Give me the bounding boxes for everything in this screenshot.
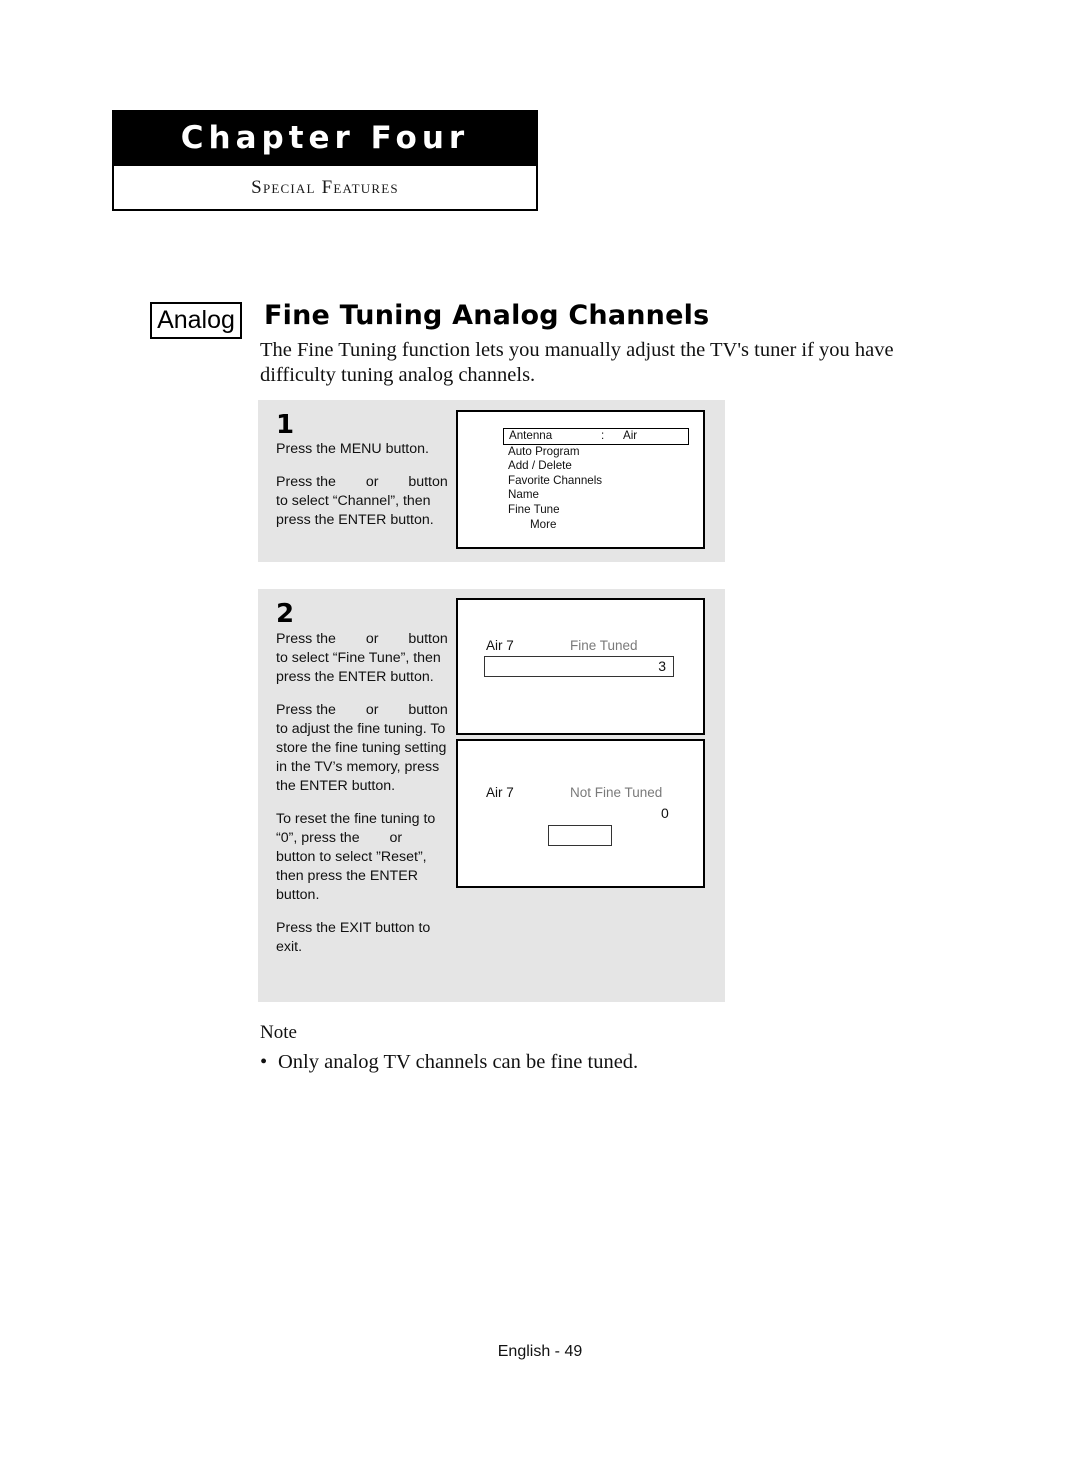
step-2-paragraph-1: Press the or button to select “Fine Tune… xyxy=(276,630,452,687)
step-panel-2: 2 Press the or button to select “Fine Tu… xyxy=(258,589,725,1002)
step-2-p3-mid: or xyxy=(385,830,407,846)
tv-tuned-value-box: 3 xyxy=(484,656,674,677)
step-2-p1-before: Press the xyxy=(276,631,340,647)
step-2-p3-before: To reset the fine tuning to “0”, press t… xyxy=(276,811,436,846)
step-number-2: 2 xyxy=(276,599,295,629)
chapter-title: Chapter Four xyxy=(180,120,470,156)
step-1-p1-text: Press the MENU button. xyxy=(276,441,429,457)
tv-tuned-channel: Air 7 xyxy=(486,638,514,653)
tv-menu-row-more[interactable]: More xyxy=(508,518,689,533)
step-2-p2-mid: or xyxy=(361,702,383,718)
step-1-paragraph-1: Press the MENU button. xyxy=(276,440,452,459)
tv-menu-list: Antenna : Air Auto Program Add / Delete … xyxy=(503,428,689,533)
step-1-p2-mid: or xyxy=(361,474,383,490)
tv-menu-row-auto-program[interactable]: Auto Program xyxy=(508,445,689,460)
step-2-p4-text: Press the EXIT button to exit. xyxy=(276,920,431,955)
tv-screen-fine-tuned: Air 7 Fine Tuned 3 xyxy=(456,598,705,735)
note-list-item: • Only analog TV channels can be fine tu… xyxy=(260,1049,880,1075)
intro-paragraph: The Fine Tuning function lets you manual… xyxy=(260,339,894,386)
tv-untuned-value: 0 xyxy=(661,805,669,821)
analog-badge-label: Analog xyxy=(157,306,235,334)
note-title: Note xyxy=(260,1022,297,1043)
note-section: Note • Only analog TV channels can be fi… xyxy=(260,1021,880,1075)
chapter-header: Chapter Four Special Features xyxy=(112,110,538,211)
step-2-paragraph-4: Press the EXIT button to exit. xyxy=(276,919,452,957)
step-panel-1: 1 Press the MENU button. Press the or bu… xyxy=(258,400,725,562)
step-1-instructions: Press the MENU button. Press the or butt… xyxy=(276,440,452,530)
tv-untuned-value-box xyxy=(548,825,612,846)
tv-tuned-status: Fine Tuned xyxy=(570,638,638,653)
tv-tuned-value: 3 xyxy=(658,658,666,674)
step-2-p2-before: Press the xyxy=(276,702,340,718)
step-number-1: 1 xyxy=(276,410,295,440)
tv-menu-row-add-delete[interactable]: Add / Delete xyxy=(508,459,689,474)
note-text: Only analog TV channels can be fine tune… xyxy=(278,1051,639,1073)
tv-menu-antenna-colon: : xyxy=(601,429,605,442)
tv-menu-row-favorite-channels[interactable]: Favorite Channels xyxy=(508,474,689,489)
tv-menu-antenna-value: Air xyxy=(623,429,638,442)
page-footer: English - 49 xyxy=(497,1343,583,1360)
chapter-subtitle-bar: Special Features xyxy=(112,166,538,211)
bullet-icon: • xyxy=(260,1051,268,1073)
tv-untuned-channel: Air 7 xyxy=(486,785,514,800)
step-1-p2-before: Press the xyxy=(276,474,340,490)
tv-menu-antenna-label: Antenna xyxy=(509,429,553,442)
step-2-p1-mid: or xyxy=(361,631,383,647)
tv-menu-row-name[interactable]: Name xyxy=(508,488,689,503)
step-2-instructions: Press the or button to select “Fine Tune… xyxy=(276,630,452,957)
analog-badge: Analog xyxy=(150,302,242,339)
chapter-subtitle: Special Features xyxy=(251,176,399,198)
page-title: Fine Tuning Analog Channels xyxy=(264,300,710,331)
tv-screen-channel-menu: Antenna : Air Auto Program Add / Delete … xyxy=(456,410,705,549)
tv-menu-row-fine-tune[interactable]: Fine Tune xyxy=(508,503,689,518)
step-2-p3-after: button to select ”Reset”, then press the… xyxy=(276,849,427,903)
step-1-paragraph-2: Press the or button to select “Channel”,… xyxy=(276,473,452,530)
tv-menu-row-antenna-selected[interactable]: Antenna : Air xyxy=(503,428,689,445)
tv-screen-not-fine-tuned: Air 7 Not Fine Tuned 0 xyxy=(456,739,705,888)
step-2-paragraph-2: Press the or button to adjust the fine t… xyxy=(276,701,452,796)
tv-untuned-status: Not Fine Tuned xyxy=(570,785,663,800)
chapter-title-bar: Chapter Four xyxy=(112,110,538,166)
step-2-paragraph-3: To reset the fine tuning to “0”, press t… xyxy=(276,810,452,905)
